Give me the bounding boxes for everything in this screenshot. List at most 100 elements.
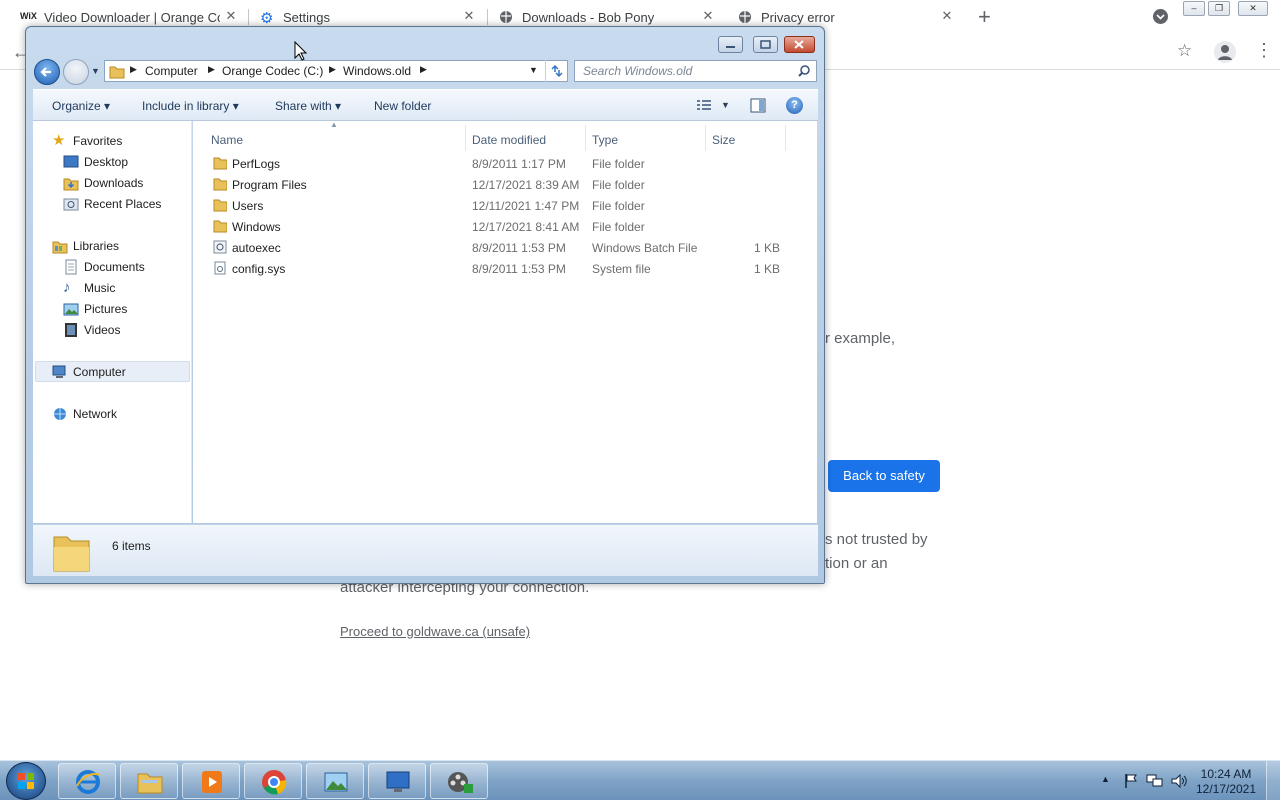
close-browser-button[interactable]: ✕ bbox=[1238, 1, 1268, 16]
nav-favorites[interactable]: ★ Favorites bbox=[52, 131, 122, 151]
nav-pictures[interactable]: Pictures bbox=[63, 299, 127, 319]
taskbar-internet-explorer[interactable] bbox=[58, 763, 116, 799]
taskbar-video-app[interactable] bbox=[430, 763, 488, 799]
nav-videos[interactable]: Videos bbox=[63, 320, 120, 340]
column-header-size[interactable]: Size bbox=[712, 133, 735, 147]
folder-icon bbox=[109, 64, 125, 79]
search-input[interactable]: Search Windows.old bbox=[574, 60, 817, 82]
recent-pages-dropdown-icon[interactable]: ▼ bbox=[91, 66, 100, 76]
address-history-dropdown-icon[interactable]: ▼ bbox=[529, 65, 538, 75]
preview-pane-icon[interactable] bbox=[750, 98, 766, 113]
back-button[interactable] bbox=[34, 59, 60, 85]
file-row-autoexec[interactable]: autoexec 8/9/2011 1:53 PM Windows Batch … bbox=[193, 237, 793, 258]
media-player-icon bbox=[198, 768, 226, 796]
new-tab-button[interactable]: + bbox=[978, 5, 991, 29]
pictures-icon bbox=[63, 301, 79, 317]
computer-icon bbox=[52, 364, 68, 380]
forward-button[interactable] bbox=[63, 59, 89, 85]
include-in-library-menu[interactable]: Include in library ▾ bbox=[142, 99, 239, 113]
minimize-browser-button[interactable]: – bbox=[1183, 1, 1205, 16]
search-icon bbox=[797, 64, 811, 78]
share-with-menu[interactable]: Share with ▾ bbox=[275, 99, 341, 113]
bookmark-star-icon[interactable]: ☆ bbox=[1177, 41, 1192, 61]
globe-icon bbox=[738, 10, 752, 24]
sort-ascending-icon: ▲ bbox=[330, 120, 338, 129]
refresh-icon[interactable] bbox=[545, 60, 567, 82]
minimize-window-button[interactable] bbox=[718, 36, 743, 53]
system-clock[interactable]: 10:24 AM 12/17/2021 bbox=[1195, 767, 1257, 797]
taskbar-media-player[interactable] bbox=[182, 763, 240, 799]
column-header-date[interactable]: Date modified bbox=[472, 133, 546, 147]
folder-large-icon bbox=[51, 531, 93, 573]
film-reel-icon bbox=[446, 768, 474, 796]
close-tab-icon[interactable]: ✕ bbox=[701, 9, 715, 23]
recent-places-icon bbox=[63, 196, 79, 212]
back-to-safety-button[interactable]: Back to safety bbox=[828, 460, 940, 492]
nav-desktop[interactable]: Desktop bbox=[63, 152, 128, 172]
nav-music[interactable]: ♪ Music bbox=[63, 278, 115, 298]
navigation-pane: ★ Favorites Desktop Downloads Recent Pla… bbox=[33, 121, 192, 523]
file-row-config-sys[interactable]: config.sys 8/9/2011 1:53 PM System file … bbox=[193, 258, 793, 279]
more-views-dropdown-icon[interactable]: ▼ bbox=[721, 100, 730, 110]
nav-downloads[interactable]: Downloads bbox=[63, 173, 143, 193]
taskbar-windows-explorer[interactable] bbox=[120, 763, 178, 799]
photo-viewer-icon bbox=[322, 768, 350, 796]
restore-browser-button[interactable]: ❐ bbox=[1208, 1, 1230, 16]
maximize-window-button[interactable] bbox=[753, 36, 778, 53]
file-row-perflogs[interactable]: PerfLogs 8/9/2011 1:17 PM File folder bbox=[193, 153, 793, 174]
nav-documents[interactable]: Documents bbox=[63, 257, 145, 277]
file-list: ▲ Name Date modified Type Size PerfLogs … bbox=[193, 120, 817, 523]
profile-avatar-icon[interactable] bbox=[1214, 41, 1236, 63]
action-center-flag-icon[interactable] bbox=[1124, 773, 1138, 789]
organize-menu[interactable]: Organize ▾ bbox=[52, 99, 110, 113]
close-window-button[interactable] bbox=[784, 36, 815, 53]
taskbar-chrome[interactable] bbox=[244, 763, 302, 799]
file-row-windows[interactable]: Windows 12/17/2021 8:41 AM File folder bbox=[193, 216, 793, 237]
network-icon bbox=[52, 406, 68, 422]
proceed-unsafe-link[interactable]: Proceed to goldwave.ca (unsafe) bbox=[340, 624, 530, 639]
star-icon: ★ bbox=[52, 132, 66, 149]
explorer-window: ▼ ▶ Computer ▶ Orange Codec (C:) ▶ Windo… bbox=[25, 26, 825, 584]
breadcrumb-computer[interactable]: Computer bbox=[145, 64, 198, 78]
details-pane: 6 items bbox=[33, 524, 818, 576]
show-desktop-button[interactable] bbox=[1266, 761, 1280, 800]
taskbar-remote-desktop[interactable] bbox=[368, 763, 426, 799]
browser-menu-icon[interactable]: ⋮ bbox=[1255, 41, 1273, 59]
tab-title: Downloads - Bob Pony bbox=[522, 10, 655, 25]
breadcrumb-current-folder[interactable]: Windows.old bbox=[343, 64, 411, 78]
nav-recent-places[interactable]: Recent Places bbox=[63, 194, 161, 214]
volume-icon[interactable] bbox=[1170, 773, 1188, 789]
breadcrumb-drive[interactable]: Orange Codec (C:) bbox=[222, 64, 323, 78]
help-icon[interactable]: ? bbox=[786, 97, 803, 114]
address-bar[interactable]: ▶ Computer ▶ Orange Codec (C:) ▶ Windows… bbox=[104, 60, 568, 82]
new-folder-button[interactable]: New folder bbox=[374, 99, 431, 113]
change-view-icon[interactable] bbox=[696, 99, 712, 112]
nav-network[interactable]: Network bbox=[52, 404, 117, 424]
folder-icon bbox=[213, 156, 227, 170]
folder-icon bbox=[213, 219, 227, 233]
documents-icon bbox=[63, 259, 79, 275]
taskbar-photo-viewer[interactable] bbox=[306, 763, 364, 799]
nav-libraries[interactable]: Libraries bbox=[52, 236, 119, 256]
tab-search-icon[interactable] bbox=[1153, 9, 1168, 24]
close-tab-icon[interactable]: ✕ bbox=[940, 9, 954, 23]
folder-icon bbox=[213, 198, 227, 212]
file-row-users[interactable]: Users 12/11/2021 1:47 PM File folder bbox=[193, 195, 793, 216]
close-tab-icon[interactable]: ✕ bbox=[224, 9, 238, 23]
internet-explorer-icon bbox=[74, 768, 102, 796]
column-header-type[interactable]: Type bbox=[592, 133, 618, 147]
privacy-text-fragment: tion or an bbox=[825, 555, 888, 572]
clock-time: 10:24 AM bbox=[1200, 767, 1252, 781]
wix-icon: WiX bbox=[20, 11, 37, 21]
column-header-name[interactable]: Name bbox=[211, 133, 243, 147]
close-tab-icon[interactable]: ✕ bbox=[462, 9, 476, 23]
show-hidden-icons[interactable]: ▲ bbox=[1101, 774, 1110, 784]
start-button[interactable] bbox=[6, 762, 46, 800]
network-tray-icon[interactable] bbox=[1146, 773, 1164, 789]
nav-computer[interactable]: Computer bbox=[52, 362, 126, 382]
tab-title: Settings bbox=[283, 10, 330, 25]
file-row-program-files[interactable]: Program Files 12/17/2021 8:39 AM File fo… bbox=[193, 174, 793, 195]
item-count: 6 items bbox=[112, 539, 151, 553]
mouse-cursor-icon bbox=[294, 41, 308, 61]
taskbar: ▲ 10:24 AM 12/17/2021 bbox=[0, 760, 1280, 800]
